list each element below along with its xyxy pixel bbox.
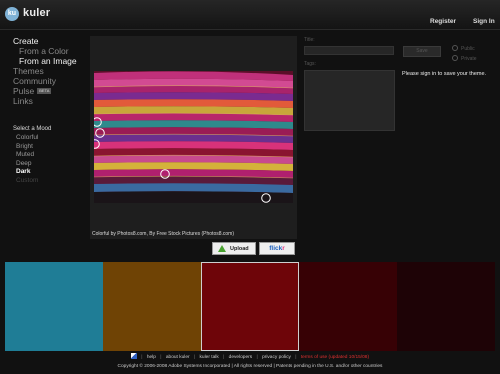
upload-arrow-icon [218,245,226,252]
upload-button[interactable]: Upload [212,242,256,255]
flickr-label-part1: flick [269,245,283,252]
beta-badge: BETA [37,88,52,94]
mood-option-custom[interactable]: Custom [13,177,88,186]
color-swatch-5[interactable] [397,262,495,351]
top-bar: ku kuler Register Sign In [0,0,500,30]
save-button[interactable]: Save [403,46,441,57]
footer-link-terms[interactable]: terms of use (updated 10/15/08) [301,355,369,360]
nav-pulse[interactable]: Pulse BETA [13,86,88,96]
nav-community[interactable]: Community [13,76,88,86]
tags-textarea[interactable] [304,70,395,131]
footer: | help | about kuler | kuler talk | deve… [0,353,500,372]
mood-option-deep[interactable]: Deep [13,160,88,169]
nav-create[interactable]: Create [13,36,88,46]
mood-selector: Select a Mood Colorful Bright Muted Deep… [13,126,88,185]
title-label: Title: [304,37,315,43]
mood-title: Select a Mood [13,126,52,132]
kuler-logo-icon[interactable]: ku [5,7,19,21]
tags-label: Tags: [304,61,316,67]
fabric-stack-image [94,71,293,203]
copyright: Copyright © 2006-2008 Adobe Systems Inco… [117,364,383,369]
nav-links[interactable]: Links [13,96,88,106]
sign-in-link[interactable]: Sign In [473,18,495,25]
signin-message: Please sign in to save your theme. [402,71,487,77]
main-nav: Create From a Color From an Image Themes… [13,36,88,106]
upload-label: Upload [230,246,249,252]
footer-links: | help | about kuler | kuler talk | deve… [0,353,500,362]
private-radio[interactable]: Private [452,55,477,62]
footer-link-privacy[interactable]: privacy policy [262,355,291,360]
color-swatch-1[interactable] [5,262,103,351]
nav-from-image[interactable]: From an Image [13,56,88,66]
fabric-layers [94,71,293,203]
flickr-label-part2: r [282,245,285,252]
flickr-button[interactable]: flickr [259,242,295,255]
nav-themes[interactable]: Themes [13,66,88,76]
nav-pulse-label: Pulse [13,86,35,96]
app-name[interactable]: kuler [23,7,50,19]
source-photo [94,71,293,203]
swatch-row [5,262,495,351]
mood-option-muted[interactable]: Muted [13,151,88,160]
footer-link-about[interactable]: about kuler [166,355,190,360]
mood-option-colorful[interactable]: Colorful [13,134,88,143]
footer-link-talk[interactable]: kuler talk [200,355,219,360]
nav-from-color[interactable]: From a Color [13,46,88,56]
register-link[interactable]: Register [430,18,456,25]
adobe-icon [130,353,137,359]
public-radio[interactable]: Public [452,45,475,52]
mood-option-bright[interactable]: Bright [13,143,88,152]
color-swatch-2[interactable] [103,262,201,351]
footer-link-help[interactable]: help [147,355,156,360]
photo-caption[interactable]: Colorful by Photos8.com, By Free Stock P… [92,231,234,237]
color-swatch-3[interactable] [201,262,299,351]
mood-option-dark[interactable]: Dark [13,168,88,177]
color-swatch-4[interactable] [299,262,397,351]
footer-link-developers[interactable]: developers [229,355,252,360]
title-input[interactable] [304,46,394,55]
